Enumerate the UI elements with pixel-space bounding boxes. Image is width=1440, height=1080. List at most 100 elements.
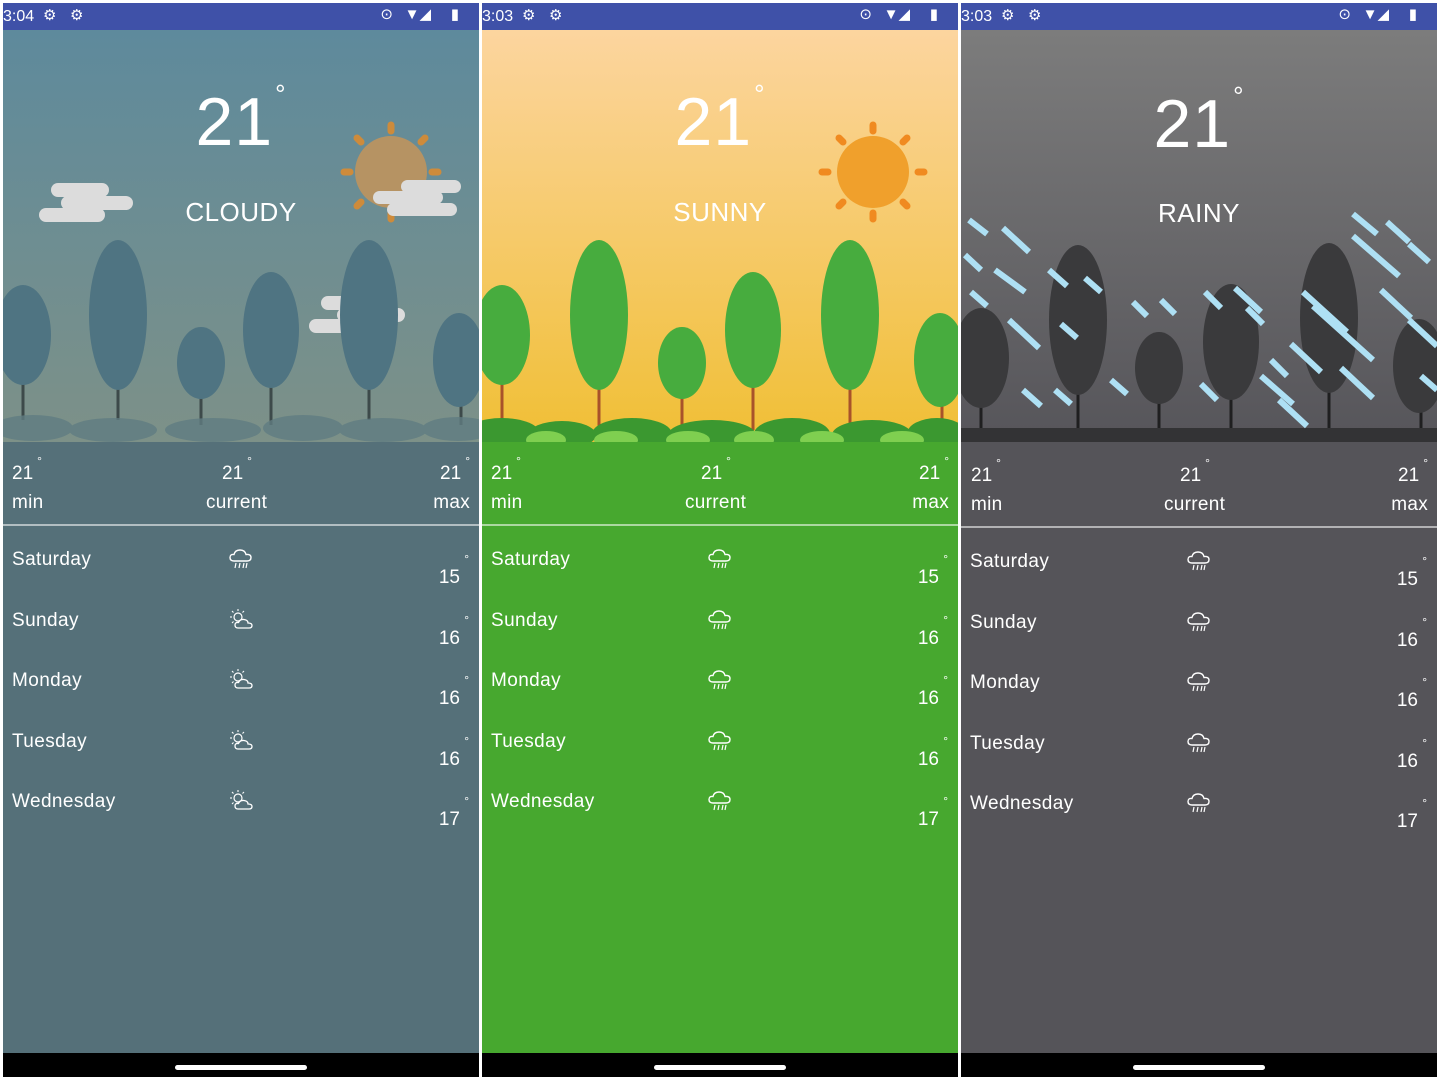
weather-screen-sunny: 3:03 ⚙ ⚙ ⊙ ▼◢ ▮ 21° SUNNY 21° min 21° cu… [482,3,958,1077]
location-icon: ⊙ [1338,6,1351,23]
max-label: max [1391,494,1428,515]
max-label: max [433,492,470,513]
home-gesture-handle[interactable] [654,1065,786,1070]
navigation-bar [482,1053,958,1077]
forecast-temp: 16 [917,627,939,649]
current-temperature: 21° [482,79,958,161]
forecast-row[interactable]: Monday 16 ° [482,650,958,711]
forecast-day: Saturday [12,549,92,570]
forecast-row[interactable]: Sunday 16 ° [3,590,479,651]
status-bar: 3:03 ⚙ ⚙ ⊙ ▼◢ ▮ [961,3,1437,30]
forecast-row[interactable]: Wednesday 17 ° [3,771,479,832]
forecast-row[interactable]: Saturday 15 ° [3,529,479,590]
forecast-temp: 15 [438,567,460,588]
forecast-day: Wednesday [970,793,1074,814]
settings-icon: ⚙ [1001,7,1015,24]
wifi-signal-icon: ▼◢ [883,6,910,23]
forecast-row[interactable]: Tuesday 16 ° [3,711,479,772]
weather-condition: RAINY [1158,198,1240,228]
min-value: 21 [491,463,513,484]
status-time: 3:04 [3,8,35,25]
forecast-row[interactable]: Monday 16 ° [961,652,1437,713]
status-time: 3:03 [961,8,993,25]
current-value: 21 [222,463,244,484]
max-value: 21 [1398,465,1420,486]
partly-sunny-icon [230,669,253,689]
weather-condition: SUNNY [673,197,767,227]
current-label: current [1164,494,1226,515]
forecast-day: Wednesday [12,791,116,812]
forecast-row[interactable]: Monday 16 ° [3,650,479,711]
forecast-list[interactable]: Saturday 15 ° Sunday 16 ° Monday 16 ° Tuesd… [482,529,958,832]
partly-sunny-icon [230,608,253,629]
forecast-row[interactable]: Sunday 16 ° [961,592,1437,653]
weather-screen-rainy: 3:03 ⚙ ⚙ ⊙ ▼◢ ▮ 21° RAINY 21° min 21° cu… [961,3,1437,1077]
status-time: 3:03 [482,8,514,25]
min-label: min [491,492,523,513]
status-bar: 3:03 ⚙ ⚙ ⊙ ▼◢ ▮ [482,3,958,30]
forecast-temp: 16 [1396,629,1418,651]
status-bar: 3:04 ⚙ ⚙ ⊙ ▼◢ ▮ [3,3,479,30]
forecast-row[interactable]: Wednesday 17 ° [482,771,958,832]
forecast-temp: 15 [1396,569,1418,590]
degree-symbol: ° [754,79,766,109]
forecast-list[interactable]: Saturday 15 ° Sunday 16 ° Monday 16 ° Tuesd… [961,531,1437,834]
forecast-temp: 16 [438,688,460,709]
rain-cloud-icon [708,609,731,629]
rain-cloud-icon [1187,793,1210,813]
forecast-row[interactable]: Wednesday 17 ° [961,773,1437,834]
rain-cloud-icon [1187,611,1210,631]
gear-icon: ⚙ [1028,7,1042,24]
forecast-day: Tuesday [970,732,1045,754]
forecast-row[interactable]: Tuesday 16 ° [482,711,958,772]
forecast-row[interactable]: Sunday 16 ° [482,590,958,651]
current-value: 21 [701,463,723,484]
temperature-value: 21 [195,84,274,160]
partly-sunny-icon [230,790,253,810]
wifi-signal-icon: ▼◢ [404,6,431,23]
forecast-day: Sunday [491,609,558,631]
current-label: current [685,492,747,513]
forecast-day: Monday [491,670,561,691]
divider [3,524,479,526]
forecast-temp: 16 [1396,690,1418,711]
max-label: max [912,492,949,513]
gear-icon: ⚙ [549,7,563,24]
forecast-day: Monday [970,672,1040,693]
min-value: 21 [971,465,993,486]
divider [961,526,1437,528]
home-gesture-handle[interactable] [1133,1065,1265,1070]
forecast-row[interactable]: Saturday 15 ° [482,529,958,590]
navigation-bar [3,1053,479,1077]
rain-cloud-icon [708,549,731,569]
forecast-day: Sunday [970,611,1037,633]
min-label: min [12,492,44,513]
max-value: 21 [440,463,462,484]
home-gesture-handle[interactable] [175,1065,307,1070]
rain-cloud-icon [229,549,252,569]
temperature-summary: 21° min 21° current 21° max [12,454,470,513]
settings-icon: ⚙ [43,7,57,24]
min-label: min [971,494,1003,515]
forecast-day: Monday [12,670,82,691]
location-icon: ⊙ [380,6,393,23]
degree-symbol: ° [275,79,287,109]
rain-cloud-icon [708,791,731,811]
current-temperature: 21° [961,81,1437,163]
weather-screen-cloudy: 3:04 ⚙ ⚙ ⊙ ▼◢ ▮ 21° CLOUDY 21° min 21° c… [3,3,479,1077]
forecast-temp: 15 [917,567,939,588]
forecast-temp: 17 [438,809,460,830]
temperature-summary: 21° min 21° current 21° max [971,456,1428,515]
forecast-day: Wednesday [491,791,595,812]
degree-symbol: ° [1233,81,1245,111]
forecast-row[interactable]: Tuesday 16 ° [961,713,1437,774]
temperature-value: 21 [674,84,753,160]
rain-cloud-icon [708,670,731,690]
temperature-value: 21 [1153,86,1232,162]
weather-condition: CLOUDY [185,197,297,227]
forecast-list[interactable]: Saturday 15 ° Sunday 16 ° Monday 16 ° Tuesd… [3,529,479,832]
battery-icon: ▮ [450,6,459,23]
wifi-signal-icon: ▼◢ [1362,6,1389,23]
forecast-temp: 16 [917,748,939,770]
forecast-row[interactable]: Saturday 15 ° [961,531,1437,592]
